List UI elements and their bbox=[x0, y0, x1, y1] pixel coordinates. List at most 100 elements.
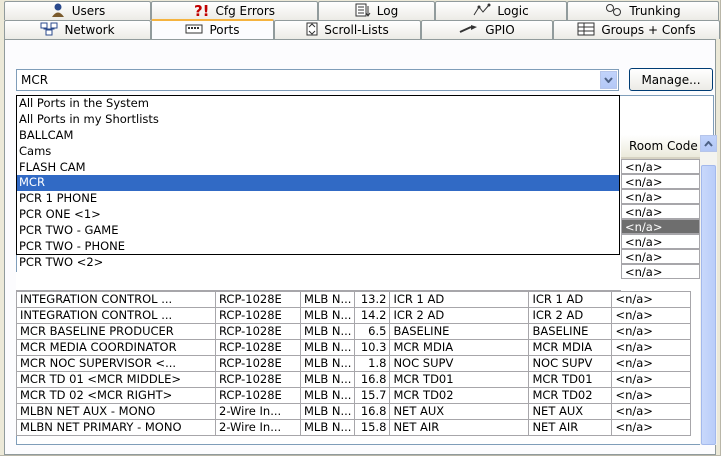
tab-label: Groups + Confs bbox=[601, 23, 696, 37]
tab-row-top: Users ?! Cfg Errors Log Logic Trunking bbox=[4, 1, 719, 20]
table-row[interactable]: MCR BASELINE PRODUCER RCP-1028E MLB N... 6.… bbox=[16, 323, 692, 340]
dropdown-item[interactable]: PCR TWO <2> bbox=[17, 255, 619, 271]
table-row[interactable]: INTEGRATION CONTROL ... RCP-1028E MLB N...… bbox=[16, 291, 692, 308]
dropdown-item[interactable]: BALLCAM bbox=[17, 128, 619, 144]
network-icon bbox=[40, 22, 58, 39]
tab-users[interactable]: Users bbox=[4, 1, 151, 20]
location-cell: MLB N... bbox=[299, 387, 356, 404]
location-cell: MLB N... bbox=[299, 291, 356, 308]
port-list-dropdown[interactable]: All Ports in the System All Ports in my … bbox=[16, 95, 620, 269]
tab-cfg-errors[interactable]: ?! Cfg Errors bbox=[151, 1, 318, 20]
tab-trunking[interactable]: Trunking bbox=[567, 1, 719, 20]
room-code-cell: <n/a> bbox=[621, 174, 700, 189]
address-cell: 15.7 bbox=[354, 387, 391, 404]
alias-cell: BASELINE bbox=[389, 323, 530, 340]
tab-label: Network bbox=[64, 23, 115, 37]
label-cell: ICR 2 AD bbox=[528, 307, 613, 324]
table-row[interactable]: MCR TD 02 <MCR RIGHT> RCP-1028E MLB N... 15… bbox=[16, 387, 692, 404]
port-name-cell: MCR BASELINE PRODUCER bbox=[16, 323, 216, 340]
tab-label: Log bbox=[376, 4, 399, 18]
tab-groups-confs[interactable]: Groups + Confs bbox=[553, 20, 720, 39]
dropdown-item[interactable]: PCR 1 PHONE bbox=[17, 191, 619, 207]
room-code-cell: <n/a> bbox=[611, 307, 692, 324]
tab-label: Scroll-Lists bbox=[324, 23, 389, 37]
application-window: Users ?! Cfg Errors Log Logic Trunking N… bbox=[0, 0, 721, 456]
address-cell: 15.8 bbox=[354, 419, 391, 436]
dropdown-item-selected[interactable]: MCR bbox=[17, 175, 619, 192]
column-header-room-code[interactable]: Room Code bbox=[621, 135, 700, 159]
alias-cell: MCR TD02 bbox=[389, 387, 530, 404]
address-cell: 6.5 bbox=[354, 323, 391, 340]
label-cell: MCR TD01 bbox=[528, 371, 613, 388]
tab-log[interactable]: Log bbox=[318, 1, 435, 20]
location-cell: MLB N... bbox=[299, 323, 356, 340]
users-icon bbox=[50, 3, 66, 20]
tab-gpio[interactable]: GPIO bbox=[421, 20, 553, 39]
dropdown-item[interactable]: Cams bbox=[17, 144, 619, 160]
scroll-thumb[interactable] bbox=[701, 165, 716, 445]
port-name-cell: MCR NOC SUPERVISOR <... bbox=[16, 355, 216, 372]
panel-type-cell: RCP-1028E bbox=[215, 387, 301, 404]
tab-ports[interactable]: Ports bbox=[151, 19, 274, 39]
address-cell: 16.8 bbox=[354, 371, 391, 388]
room-code-cell: <n/a> bbox=[611, 419, 692, 436]
table-row[interactable]: MCR TD 01 <MCR MIDDLE> RCP-1028E MLB N... 1… bbox=[16, 371, 692, 388]
tab-network[interactable]: Network bbox=[4, 20, 151, 39]
panel-type-cell: RCP-1028E bbox=[215, 339, 301, 356]
address-cell: 10.3 bbox=[354, 339, 391, 356]
dropdown-item[interactable]: PCR TWO - PHONE bbox=[17, 239, 619, 255]
port-name-cell: INTEGRATION CONTROL ... bbox=[16, 307, 216, 324]
location-cell: MLB N... bbox=[299, 371, 356, 388]
port-name-cell: INTEGRATION CONTROL ... bbox=[16, 291, 216, 308]
room-code-cell: <n/a> bbox=[621, 159, 700, 174]
address-cell: 13.2 bbox=[354, 291, 391, 308]
room-code-cell-selected: <n/a> bbox=[621, 219, 700, 234]
port-name-cell: MLBN NET PRIMARY - MONO bbox=[16, 419, 216, 436]
table-row[interactable]: MLBN NET PRIMARY - MONO 2-Wire In... MLB N… bbox=[16, 419, 692, 436]
room-code-cell: <n/a> bbox=[621, 204, 700, 219]
tab-label: Users bbox=[71, 4, 106, 18]
table-row[interactable]: MCR NOC SUPERVISOR <... RCP-1028E MLB N...… bbox=[16, 355, 692, 372]
port-list-combo[interactable]: MCR bbox=[16, 69, 619, 91]
room-code-cell: <n/a> bbox=[611, 403, 692, 420]
logic-icon bbox=[473, 3, 491, 20]
room-code-cell: <n/a> bbox=[611, 371, 692, 388]
label-cell: MCR TD02 bbox=[528, 387, 613, 404]
address-cell: 16.8 bbox=[354, 403, 391, 420]
ports-icon bbox=[185, 23, 203, 38]
dropdown-item[interactable]: PCR ONE <1> bbox=[17, 207, 619, 223]
tab-label: Logic bbox=[497, 4, 529, 18]
scroll-up-button[interactable] bbox=[700, 135, 717, 152]
address-cell: 1.8 bbox=[354, 355, 391, 372]
ports-table: INTEGRATION CONTROL ... RCP-1028E MLB N...… bbox=[16, 291, 692, 436]
table-row[interactable]: INTEGRATION CONTROL ... RCP-1028E MLB N...… bbox=[16, 307, 692, 324]
room-code-cell: <n/a> bbox=[621, 249, 700, 264]
label-cell: MCR MDIA bbox=[528, 339, 613, 356]
address-cell: 14.2 bbox=[354, 307, 391, 324]
chevron-down-icon bbox=[604, 77, 613, 83]
room-code-cell: <n/a> bbox=[621, 264, 700, 279]
dropdown-item[interactable]: All Ports in the System bbox=[17, 96, 619, 112]
chevron-up-icon bbox=[704, 140, 713, 147]
groups-confs-icon bbox=[577, 22, 595, 39]
manage-button[interactable]: Manage... bbox=[629, 68, 713, 91]
room-code-cell: <n/a> bbox=[621, 189, 700, 204]
table-row[interactable]: MLBN NET AUX - MONO 2-Wire In... MLB N... 1… bbox=[16, 403, 692, 420]
label-cell: NOC SUPV bbox=[528, 355, 613, 372]
port-name-cell: MCR TD 01 <MCR MIDDLE> bbox=[16, 371, 216, 388]
panel-type-cell: RCP-1028E bbox=[215, 291, 301, 308]
dropdown-item[interactable]: All Ports in my Shortlists bbox=[17, 112, 619, 128]
tab-label: Trunking bbox=[629, 4, 681, 18]
location-cell: MLB N... bbox=[299, 355, 356, 372]
label-cell: ICR 1 AD bbox=[528, 291, 613, 308]
alias-cell: NET AUX bbox=[389, 403, 530, 420]
tab-logic[interactable]: Logic bbox=[435, 1, 567, 20]
room-code-cell: <n/a> bbox=[611, 339, 692, 356]
table-row[interactable]: MCR MEDIA COORDINATOR RCP-1028E MLB N... 10… bbox=[16, 339, 692, 356]
dropdown-item[interactable]: FLASH CAM bbox=[17, 160, 619, 176]
combo-dropdown-button[interactable] bbox=[600, 71, 617, 89]
tab-scroll-lists[interactable]: Scroll-Lists bbox=[274, 20, 421, 39]
location-cell: MLB N... bbox=[299, 419, 356, 436]
vertical-scrollbar[interactable] bbox=[700, 135, 717, 445]
dropdown-item[interactable]: PCR TWO - GAME bbox=[17, 223, 619, 239]
